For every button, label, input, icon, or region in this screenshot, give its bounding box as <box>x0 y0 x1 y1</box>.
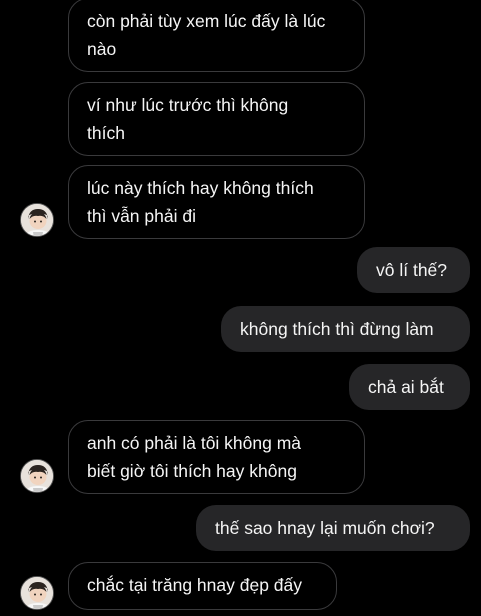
message-bubble-outgoing[interactable]: vô lí thế? <box>357 247 470 293</box>
message-text: thích <box>87 123 125 143</box>
message-bubble-incoming[interactable]: anh có phải là tôi không mà biết giờ tôi… <box>68 420 365 494</box>
message-bubble-incoming[interactable]: còn phải tùy xem lúc đấy là lúc nào <box>68 0 365 72</box>
contact-avatar-icon <box>21 577 53 609</box>
message-bubble-incoming[interactable]: lúc này thích hay không thích thì vẫn ph… <box>68 165 365 239</box>
message-text: chả ai bắt <box>368 377 444 397</box>
contact-avatar-icon <box>21 460 53 492</box>
message-text: nào <box>87 39 117 59</box>
message-text: lúc này thích hay không thích <box>87 178 314 198</box>
contact-avatar-icon[interactable] <box>20 576 54 610</box>
message-bubble-outgoing[interactable]: không thích thì đừng làm <box>221 306 470 352</box>
message-text: thế sao hnay lại muốn chơi? <box>215 518 435 538</box>
message-bubble-outgoing[interactable]: thế sao hnay lại muốn chơi? <box>196 505 470 551</box>
contact-avatar-icon <box>21 204 53 236</box>
message-text: chắc tại trăng hnay đẹp đấy <box>87 575 303 595</box>
contact-avatar-icon[interactable] <box>20 203 54 237</box>
message-text: biết giờ tôi thích hay không <box>87 461 297 481</box>
message-bubble-incoming[interactable]: chắc tại trăng hnay đẹp đấy <box>68 562 337 610</box>
message-bubble-outgoing[interactable]: chả ai bắt <box>349 364 470 410</box>
message-bubble-incoming[interactable]: ví như lúc trước thì không thích <box>68 82 365 156</box>
message-text: anh có phải là tôi không mà <box>87 433 302 453</box>
message-text: vô lí thế? <box>376 260 448 280</box>
message-text: thì vẫn phải đi <box>87 206 196 226</box>
message-text: còn phải tùy xem lúc đấy là lúc <box>87 11 326 31</box>
contact-avatar-icon[interactable] <box>20 459 54 493</box>
message-text: ví như lúc trước thì không <box>87 95 289 115</box>
message-text: không thích thì đừng làm <box>240 319 434 339</box>
